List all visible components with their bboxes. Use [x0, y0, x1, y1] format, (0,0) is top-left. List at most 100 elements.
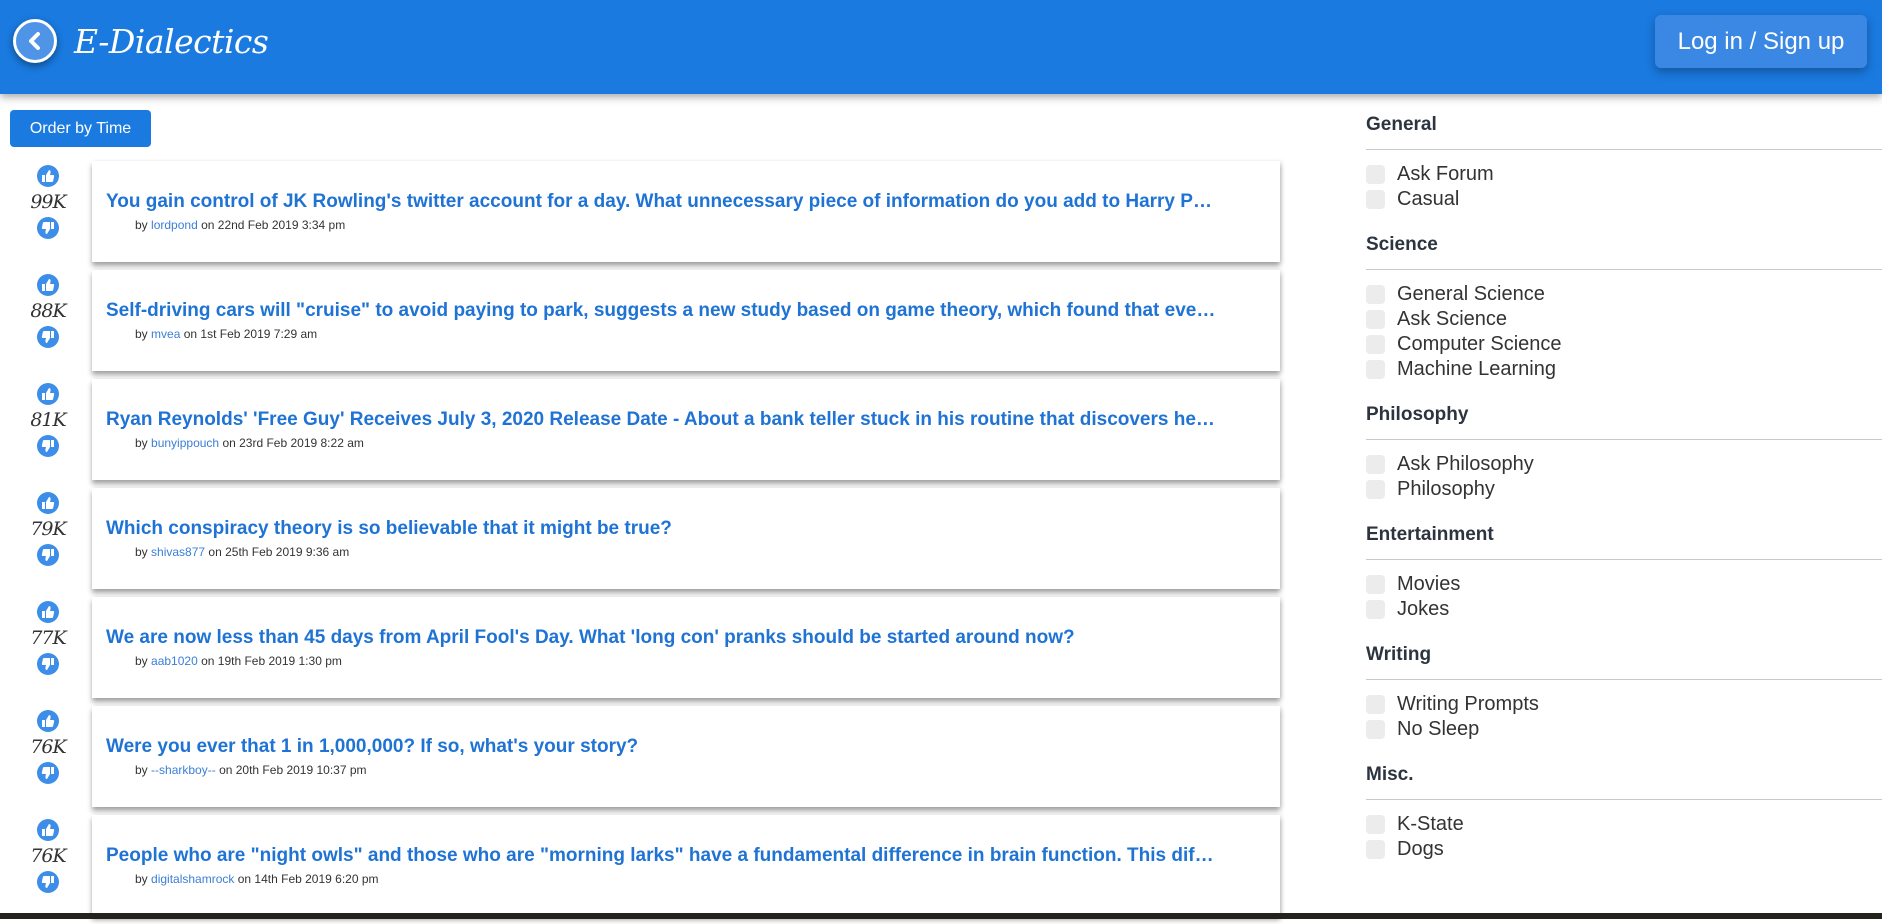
post-meta: by aab1020 on 19th Feb 2019 1:30 pm	[135, 654, 342, 668]
vote-count: 79K	[30, 518, 66, 540]
author-link[interactable]: mvea	[151, 327, 180, 341]
downvote-button[interactable]	[37, 871, 59, 893]
upvote-button[interactable]	[37, 274, 59, 296]
checkbox[interactable]	[1366, 335, 1385, 354]
checkbox[interactable]	[1366, 455, 1385, 474]
category-checkbox-item[interactable]: Philosophy	[1366, 477, 1882, 502]
post-title-link[interactable]: Ryan Reynolds' 'Free Guy' Receives July …	[106, 409, 1216, 431]
checkbox[interactable]	[1366, 480, 1385, 499]
category-checkbox-item[interactable]: Ask Forum	[1366, 162, 1882, 187]
thumbs-down-icon	[41, 876, 54, 888]
thumbs-up-icon	[42, 824, 55, 836]
checkbox[interactable]	[1366, 815, 1385, 834]
author-link[interactable]: digitalshamrock	[151, 872, 234, 886]
category-checkbox-item[interactable]: Computer Science	[1366, 332, 1882, 357]
upvote-button[interactable]	[37, 383, 59, 405]
post-date: on 23rd Feb 2019 8:22 am	[222, 436, 364, 450]
checkbox[interactable]	[1366, 310, 1385, 329]
category-sidebar: General Ask Forum Casual Science General Sci…	[1366, 114, 1882, 884]
downvote-button[interactable]	[37, 762, 59, 784]
checkbox[interactable]	[1366, 720, 1385, 739]
category-checkbox-item[interactable]: No Sleep	[1366, 717, 1882, 742]
post-title-link[interactable]: Were you ever that 1 in 1,000,000? If so…	[106, 736, 1216, 758]
vote-count: 88K	[30, 300, 66, 322]
post-card: We are now less than 45 days from April …	[92, 597, 1280, 698]
checkbox[interactable]	[1366, 840, 1385, 859]
divider	[1366, 149, 1882, 150]
post-title-link[interactable]: You gain control of JK Rowling's twitter…	[106, 191, 1216, 213]
category-label: Writing Prompts	[1397, 693, 1539, 715]
checkbox[interactable]	[1366, 575, 1385, 594]
checkbox[interactable]	[1366, 190, 1385, 209]
category-heading: General	[1366, 114, 1437, 135]
post-title-link[interactable]: Self-driving cars will "cruise" to avoid…	[106, 300, 1216, 322]
category-label: Jokes	[1397, 598, 1450, 620]
category-label: Philosophy	[1397, 478, 1495, 500]
downvote-button[interactable]	[37, 217, 59, 239]
checkbox[interactable]	[1366, 285, 1385, 304]
bottom-bar	[0, 913, 1882, 919]
upvote-button[interactable]	[37, 492, 59, 514]
downvote-button[interactable]	[37, 326, 59, 348]
app-header: E-Dialectics Log in / Sign up	[0, 0, 1882, 94]
vote-column: 88K	[26, 274, 70, 348]
category-checkbox-item[interactable]: Machine Learning	[1366, 357, 1882, 382]
category-label: Ask Forum	[1397, 163, 1494, 185]
login-signup-button[interactable]: Log in / Sign up	[1655, 15, 1867, 68]
upvote-button[interactable]	[37, 165, 59, 187]
checkbox[interactable]	[1366, 360, 1385, 379]
post-title-link[interactable]: Which conspiracy theory is so believable…	[106, 518, 1216, 540]
category-label: No Sleep	[1397, 718, 1480, 740]
checkbox[interactable]	[1366, 165, 1385, 184]
order-by-time-button[interactable]: Order by Time	[10, 110, 151, 147]
category-checkbox-item[interactable]: Dogs	[1366, 837, 1882, 862]
category-section: Philosophy Ask Philosophy Philosophy	[1366, 404, 1882, 502]
downvote-button[interactable]	[37, 653, 59, 675]
thumbs-down-icon	[41, 549, 54, 561]
checkbox[interactable]	[1366, 695, 1385, 714]
category-heading: Science	[1366, 234, 1438, 255]
category-checkbox-item[interactable]: K-State	[1366, 812, 1882, 837]
upvote-button[interactable]	[37, 710, 59, 732]
thumbs-up-icon	[42, 715, 55, 727]
post-meta: by --sharkboy-- on 20th Feb 2019 10:37 p…	[135, 763, 367, 777]
downvote-button[interactable]	[37, 435, 59, 457]
upvote-button[interactable]	[37, 819, 59, 841]
author-link[interactable]: shivas877	[151, 545, 205, 559]
category-checkbox-item[interactable]: Writing Prompts	[1366, 692, 1882, 717]
author-link[interactable]: aab1020	[151, 654, 198, 668]
checkbox[interactable]	[1366, 600, 1385, 619]
thumbs-up-icon	[42, 279, 55, 291]
post-card: Were you ever that 1 in 1,000,000? If so…	[92, 706, 1280, 807]
category-label: Movies	[1397, 573, 1461, 595]
post-date: on 1st Feb 2019 7:29 am	[183, 327, 318, 341]
category-label: Ask Science	[1397, 308, 1508, 330]
category-checkbox-item[interactable]: Movies	[1366, 572, 1882, 597]
category-section: Science General Science Ask Science Compute…	[1366, 234, 1882, 382]
post-title-link[interactable]: We are now less than 45 days from April …	[106, 627, 1216, 649]
author-link[interactable]: lordpond	[151, 218, 198, 232]
author-link[interactable]: --sharkboy--	[151, 763, 216, 777]
back-button[interactable]	[13, 19, 57, 63]
downvote-button[interactable]	[37, 544, 59, 566]
category-checkbox-item[interactable]: Casual	[1366, 187, 1882, 212]
category-checkbox-item[interactable]: Ask Philosophy	[1366, 452, 1882, 477]
category-checkbox-item[interactable]: General Science	[1366, 282, 1882, 307]
category-checkbox-item[interactable]: Jokes	[1366, 597, 1882, 622]
by-label: by	[135, 545, 148, 559]
thumbs-up-icon	[42, 606, 55, 618]
post-card: Ryan Reynolds' 'Free Guy' Receives July …	[92, 379, 1280, 480]
thumbs-down-icon	[41, 440, 54, 452]
post-title-link[interactable]: People who are "night owls" and those wh…	[106, 845, 1216, 867]
category-checkbox-item[interactable]: Ask Science	[1366, 307, 1882, 332]
by-label: by	[135, 436, 148, 450]
thumbs-down-icon	[41, 331, 54, 343]
vote-count: 77K	[30, 627, 66, 649]
vote-column: 99K	[26, 165, 70, 239]
author-link[interactable]: bunyippouch	[151, 436, 219, 450]
category-heading: Entertainment	[1366, 524, 1494, 545]
vote-column: 81K	[26, 383, 70, 457]
thumbs-down-icon	[41, 222, 54, 234]
upvote-button[interactable]	[37, 601, 59, 623]
post-card: You gain control of JK Rowling's twitter…	[92, 161, 1280, 262]
